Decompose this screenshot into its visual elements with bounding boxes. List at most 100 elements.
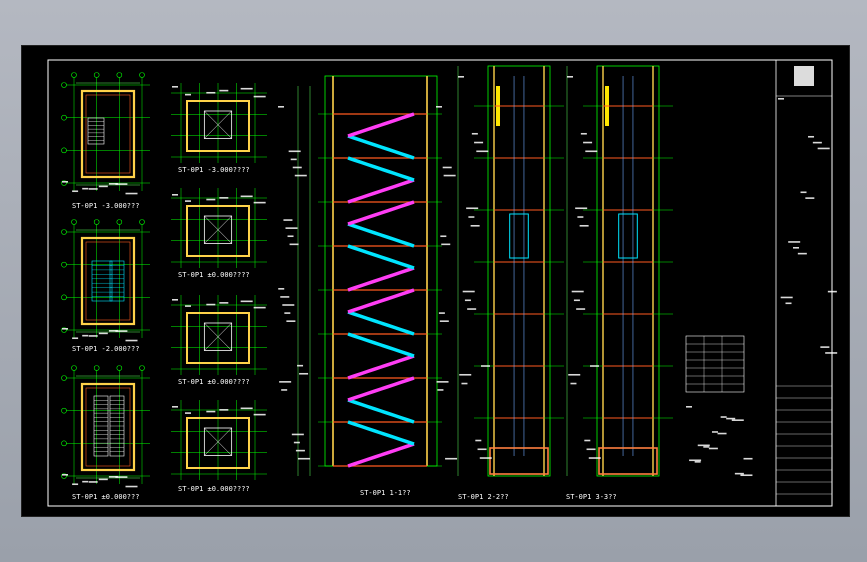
cad-text-mark <box>279 381 292 383</box>
cad-text-mark <box>567 76 573 78</box>
cad-text-mark <box>283 219 293 221</box>
stair-flight <box>347 376 415 402</box>
elev-plan-label-2: ST-0P1 ±0.000???? <box>178 271 250 279</box>
cad-text-mark <box>583 141 593 144</box>
cad-text-mark <box>437 389 444 391</box>
cad-text-mark <box>590 365 600 367</box>
shaft-pit <box>598 447 658 475</box>
cad-text-mark <box>62 328 68 330</box>
cad-rect <box>487 65 551 477</box>
cad-text-mark <box>467 308 477 310</box>
grid-bubble <box>61 375 67 381</box>
grid-bubble <box>93 365 100 371</box>
cad-text-mark <box>253 413 266 416</box>
cad-text-mark <box>477 448 487 451</box>
cad-text-mark <box>785 302 792 305</box>
cad-text-mark <box>579 224 589 227</box>
grid-bubble <box>93 219 100 225</box>
cad-text-mark <box>703 446 710 448</box>
grid-bubble <box>61 407 67 414</box>
cad-text-mark <box>805 197 815 199</box>
stair-plans-column <box>61 72 150 488</box>
cad-text-mark <box>443 174 456 177</box>
cad-rect <box>85 94 131 174</box>
grid-bubble <box>61 440 67 447</box>
cad-text-mark <box>711 431 718 433</box>
cad-text-mark <box>253 201 266 204</box>
grid-bubble <box>61 261 67 268</box>
elev-plan-label-4: ST-0P1 ±0.000???? <box>178 485 250 493</box>
plan-label-3: ST-0P1 ±0.000??? <box>72 493 139 501</box>
cad-text-mark <box>436 106 442 108</box>
cad-text-mark <box>285 227 298 229</box>
cad-text-mark <box>468 216 475 218</box>
cad-text-mark <box>288 150 301 153</box>
cad-text-mark <box>476 150 489 153</box>
cad-text-mark <box>479 457 492 459</box>
elev-plan-label-3: ST-0P1 ±0.000???? <box>178 378 250 386</box>
cad-text-mark <box>580 132 587 135</box>
cad-text-mark <box>462 290 475 293</box>
cad-text-mark <box>125 192 138 195</box>
cad-text-mark <box>694 461 701 463</box>
cad-text-mark <box>184 200 191 202</box>
cad-text-mark <box>464 299 471 302</box>
company-logo-icon <box>794 66 814 86</box>
cad-text-mark <box>82 334 89 337</box>
cad-text-mark <box>817 147 830 150</box>
stair-flight <box>347 266 415 292</box>
cad-rect <box>85 241 131 321</box>
stair-flight <box>347 442 415 468</box>
grid-bubble <box>139 72 145 78</box>
grid-bubble <box>139 219 145 225</box>
cad-text-mark <box>481 365 491 367</box>
cad-text-mark <box>295 449 305 452</box>
stair-flight <box>347 420 415 446</box>
drawing-sheet: ST-0P1 -3.000??? ST-0P1 -2.000??? ST-0P1… <box>21 45 850 517</box>
cad-text-mark <box>475 439 482 442</box>
cad-text-mark <box>793 246 800 249</box>
shaft-section-a-label: ST-0P1 2-2?? <box>458 493 509 501</box>
cad-text-mark <box>470 224 480 227</box>
grid-bubble <box>61 229 67 235</box>
cad-text-mark <box>800 191 807 194</box>
stair-flight <box>347 332 415 358</box>
cad-text-mark <box>219 197 229 199</box>
cad-text-mark <box>289 243 299 246</box>
cad-text-mark <box>206 198 216 201</box>
grid-bubble <box>139 365 145 371</box>
cad-text-mark <box>720 416 727 418</box>
cad-text-mark <box>82 480 89 483</box>
cad-drawing: ST-0P1 -3.000??? ST-0P1 -2.000??? ST-0P1… <box>47 59 838 507</box>
cad-text-mark <box>442 166 452 169</box>
grid-bubble <box>116 365 123 371</box>
cad-text-mark <box>588 457 601 459</box>
cad-text-mark <box>62 474 68 476</box>
grid-bubble <box>61 147 67 154</box>
grid-bubble <box>93 72 100 78</box>
cad-rect <box>509 213 529 259</box>
cad-text-mark <box>253 306 266 309</box>
cad-text-mark <box>219 302 229 304</box>
cad-text-mark <box>459 373 472 376</box>
cad-text-mark <box>726 417 736 420</box>
cad-text-mark <box>576 308 586 310</box>
cad-text-mark <box>172 299 178 301</box>
cad-text-mark <box>458 76 464 78</box>
cad-text-mark <box>740 474 753 477</box>
cad-text-mark <box>778 98 784 100</box>
cad-text-mark <box>240 407 253 410</box>
cad-text-mark <box>441 243 451 246</box>
cad-text-mark <box>586 448 596 451</box>
stair-flight <box>347 134 415 160</box>
cad-rect <box>80 236 136 326</box>
cad-text-mark <box>570 382 577 385</box>
shaft-section-b <box>566 65 673 477</box>
shaft-pit <box>489 447 549 475</box>
stair-flight <box>347 354 415 380</box>
cad-text-mark <box>293 441 300 444</box>
stair-flight <box>347 222 415 248</box>
cad-text-mark <box>219 89 229 92</box>
cad-text-mark <box>743 457 753 460</box>
cad-text-mark <box>577 216 584 218</box>
